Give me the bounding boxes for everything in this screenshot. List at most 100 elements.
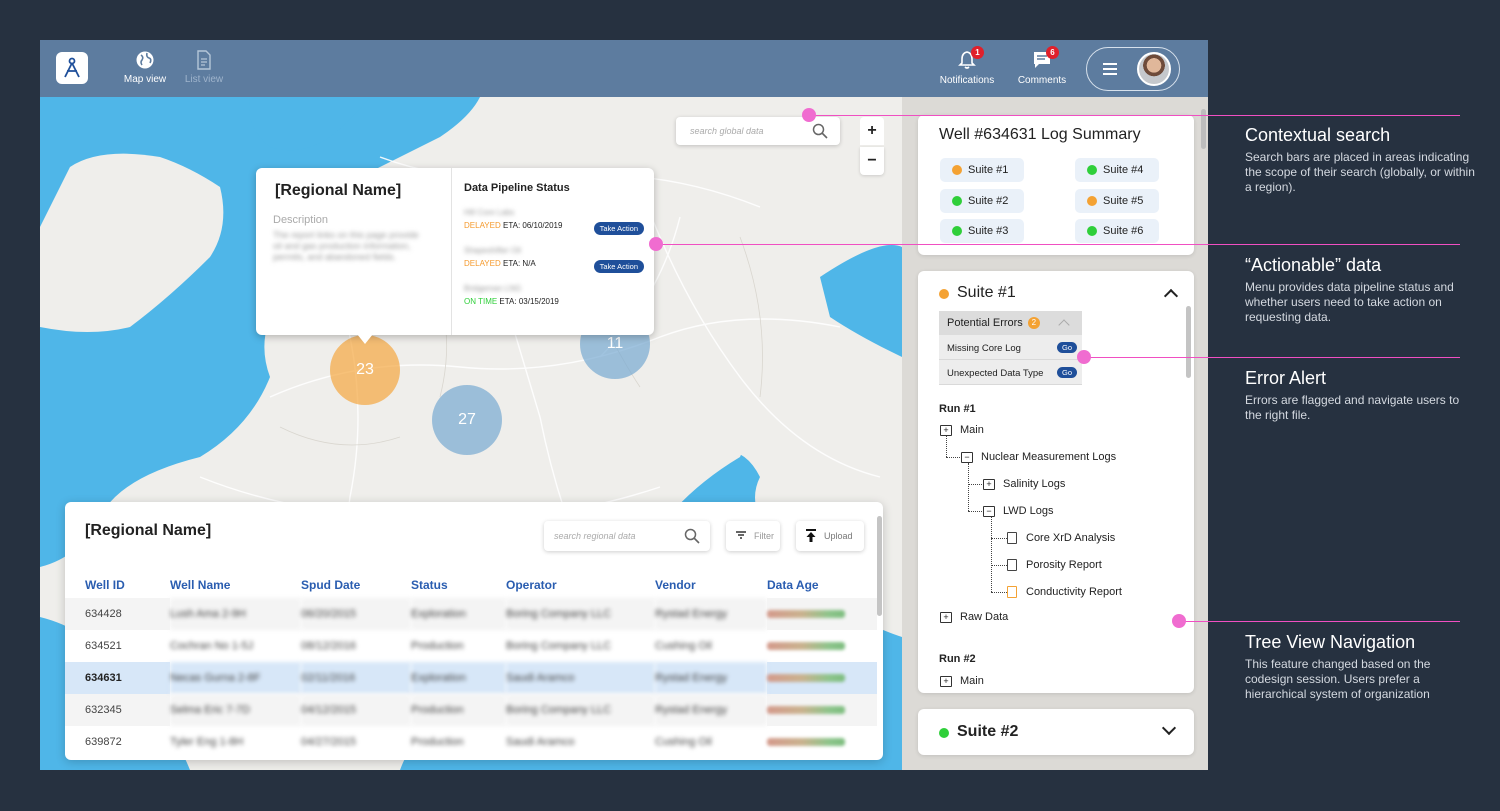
tree-node-raw-data[interactable]: + Raw Data xyxy=(940,611,1008,623)
error-item: Missing Core Log Go xyxy=(939,335,1082,360)
table-row[interactable]: 639872 Tyler Eng 1-8H 04/27/2015 Product… xyxy=(65,726,877,758)
ok-status-dot xyxy=(1087,226,1097,236)
error-label: Unexpected Data Type xyxy=(947,368,1044,379)
comments-badge: 6 xyxy=(1046,46,1059,59)
well-name: Tyler Eng 1-8H xyxy=(170,736,244,748)
suite-1-header[interactable]: Suite #1 xyxy=(939,284,1016,302)
tree-file[interactable]: Conductivity Report xyxy=(1006,586,1122,598)
vendor: Rystad Energy xyxy=(655,662,767,694)
suite-scrollbar[interactable] xyxy=(1186,306,1191,378)
global-search-input[interactable]: search global data xyxy=(676,117,840,145)
table-row-selected[interactable]: 634631 Necas Gurna 2-8F 02/11/2016 Explo… xyxy=(65,662,877,694)
search-icon[interactable] xyxy=(684,528,700,546)
pipeline-item: Hill Core Labs DELAYED ETA: 06/10/2019 T… xyxy=(464,208,644,235)
column-header[interactable]: Vendor xyxy=(655,572,767,598)
app-logo[interactable] xyxy=(56,52,88,84)
expand-icon[interactable]: + xyxy=(940,425,952,436)
error-item: Unexpected Data Type Go xyxy=(939,360,1082,385)
data-age-bar xyxy=(767,706,845,714)
upload-button[interactable]: Upload xyxy=(796,521,864,551)
zoom-out-button[interactable]: − xyxy=(860,147,884,175)
column-header[interactable]: Status xyxy=(411,572,506,598)
well-id: 634521 xyxy=(85,640,122,652)
data-age xyxy=(767,662,877,694)
chevron-down-icon[interactable] xyxy=(1161,720,1177,736)
go-button[interactable]: Go xyxy=(1056,342,1077,353)
suite-chip[interactable]: Suite #6 xyxy=(1075,219,1159,243)
run-label: Run #1 xyxy=(939,403,976,415)
comments-button[interactable]: 6 Comments xyxy=(1007,46,1077,86)
data-age-bar xyxy=(767,738,845,746)
map-area[interactable]: search global data + − 23 27 11 [Regiona… xyxy=(40,97,902,770)
user-menu[interactable] xyxy=(1086,47,1180,91)
zoom-in-button[interactable]: + xyxy=(860,117,884,145)
tree-node[interactable]: − LWD Logs xyxy=(983,505,1054,517)
avatar[interactable] xyxy=(1137,52,1171,86)
well-status: Production xyxy=(411,694,506,726)
map-cluster[interactable]: 27 xyxy=(432,385,502,455)
suite-1-card: Suite #1 Potential Errors 2 Missing Core… xyxy=(918,271,1194,693)
potential-errors-header[interactable]: Potential Errors 2 xyxy=(939,311,1082,335)
chevron-up-icon[interactable] xyxy=(1163,288,1179,304)
annotation-title: Contextual search xyxy=(1245,125,1391,145)
error-count-badge: 2 xyxy=(1027,317,1040,330)
side-panel: Well #634631 Log Summary Suite #1 Suite … xyxy=(902,97,1208,770)
filter-button[interactable]: Filter xyxy=(726,521,780,551)
well-status: Exploration xyxy=(411,662,506,694)
pipeline-item: Shapeshifter Oil DELAYED ETA: N/A Take A… xyxy=(464,246,644,273)
table-scrollbar[interactable] xyxy=(877,516,882,616)
hamburger-icon[interactable] xyxy=(1103,63,1117,75)
annotation-line xyxy=(1084,357,1460,358)
map-view-label: Map view xyxy=(123,74,167,85)
take-action-button[interactable]: Take Action xyxy=(593,222,644,235)
tree-file[interactable]: Porosity Report xyxy=(1006,559,1102,571)
suite-chip[interactable]: Suite #3 xyxy=(940,219,1024,243)
column-header[interactable]: Spud Date xyxy=(301,572,411,598)
collapse-icon[interactable]: − xyxy=(961,452,973,463)
expand-icon[interactable]: + xyxy=(983,479,995,490)
popup-pointer xyxy=(357,334,373,344)
tree-node-main[interactable]: + Main xyxy=(940,675,984,687)
suite-chip[interactable]: Suite #1 xyxy=(940,158,1024,182)
annotation-actionable-data: “Actionable” data Menu provides data pip… xyxy=(1245,255,1475,325)
run-label: Run #2 xyxy=(939,653,976,665)
collapse-icon[interactable]: − xyxy=(983,506,995,517)
pipeline-status: DELAYED xyxy=(464,259,501,268)
tree-file[interactable]: Core XrD Analysis xyxy=(1006,532,1115,544)
go-button[interactable]: Go xyxy=(1056,367,1077,378)
map-cluster[interactable]: 23 xyxy=(330,335,400,405)
column-header[interactable]: Data Age xyxy=(767,572,877,598)
take-action-button[interactable]: Take Action xyxy=(593,260,644,273)
suite-chip[interactable]: Suite #4 xyxy=(1075,158,1159,182)
suite-chip[interactable]: Suite #5 xyxy=(1075,189,1159,213)
suite-2-header[interactable]: Suite #2 xyxy=(939,723,1018,741)
annotation-title: Error Alert xyxy=(1245,368,1327,388)
chevron-up-icon[interactable] xyxy=(1058,319,1070,331)
regional-search-input[interactable]: search regional data xyxy=(544,521,710,551)
column-header[interactable]: Well Name xyxy=(170,572,301,598)
column-header[interactable]: Operator xyxy=(506,572,655,598)
expand-icon[interactable]: + xyxy=(940,612,952,623)
table-row[interactable]: 634521 Cochran No 1-5J 08/12/2016 Produc… xyxy=(65,630,877,662)
well-name: Cochran No 1-5J xyxy=(170,640,254,652)
expand-icon[interactable]: + xyxy=(940,676,952,687)
search-icon[interactable] xyxy=(812,123,828,141)
table-row[interactable]: 634428 Lush Ama 2-9H 06/20/2015 Explorat… xyxy=(65,598,877,630)
filter-label: Filter xyxy=(754,531,774,541)
top-bar: Map view List view 1 Notifications 6 Com… xyxy=(40,40,1208,97)
column-header[interactable]: Well ID xyxy=(65,572,170,598)
ok-status-dot xyxy=(1087,165,1097,175)
list-view-button[interactable]: List view xyxy=(174,50,234,85)
pipeline-eta: ETA: 03/15/2019 xyxy=(499,297,559,306)
table-row[interactable]: 632345 Selma Eric 7-7D 04/12/2015 Produc… xyxy=(65,694,877,726)
tree-node-main[interactable]: + Main xyxy=(940,424,984,436)
vendor: Cushing Oil xyxy=(655,736,712,748)
suite-2-card[interactable]: Suite #2 xyxy=(918,709,1194,755)
annotation-line xyxy=(1180,621,1460,622)
map-view-button[interactable]: Map view xyxy=(115,50,175,85)
tree-node[interactable]: − Nuclear Measurement Logs xyxy=(961,451,1116,463)
pipeline-name: Bridgeman LNG xyxy=(464,284,522,293)
tree-node[interactable]: + Salinity Logs xyxy=(983,478,1065,490)
notifications-button[interactable]: 1 Notifications xyxy=(932,46,1002,86)
suite-chip[interactable]: Suite #2 xyxy=(940,189,1024,213)
